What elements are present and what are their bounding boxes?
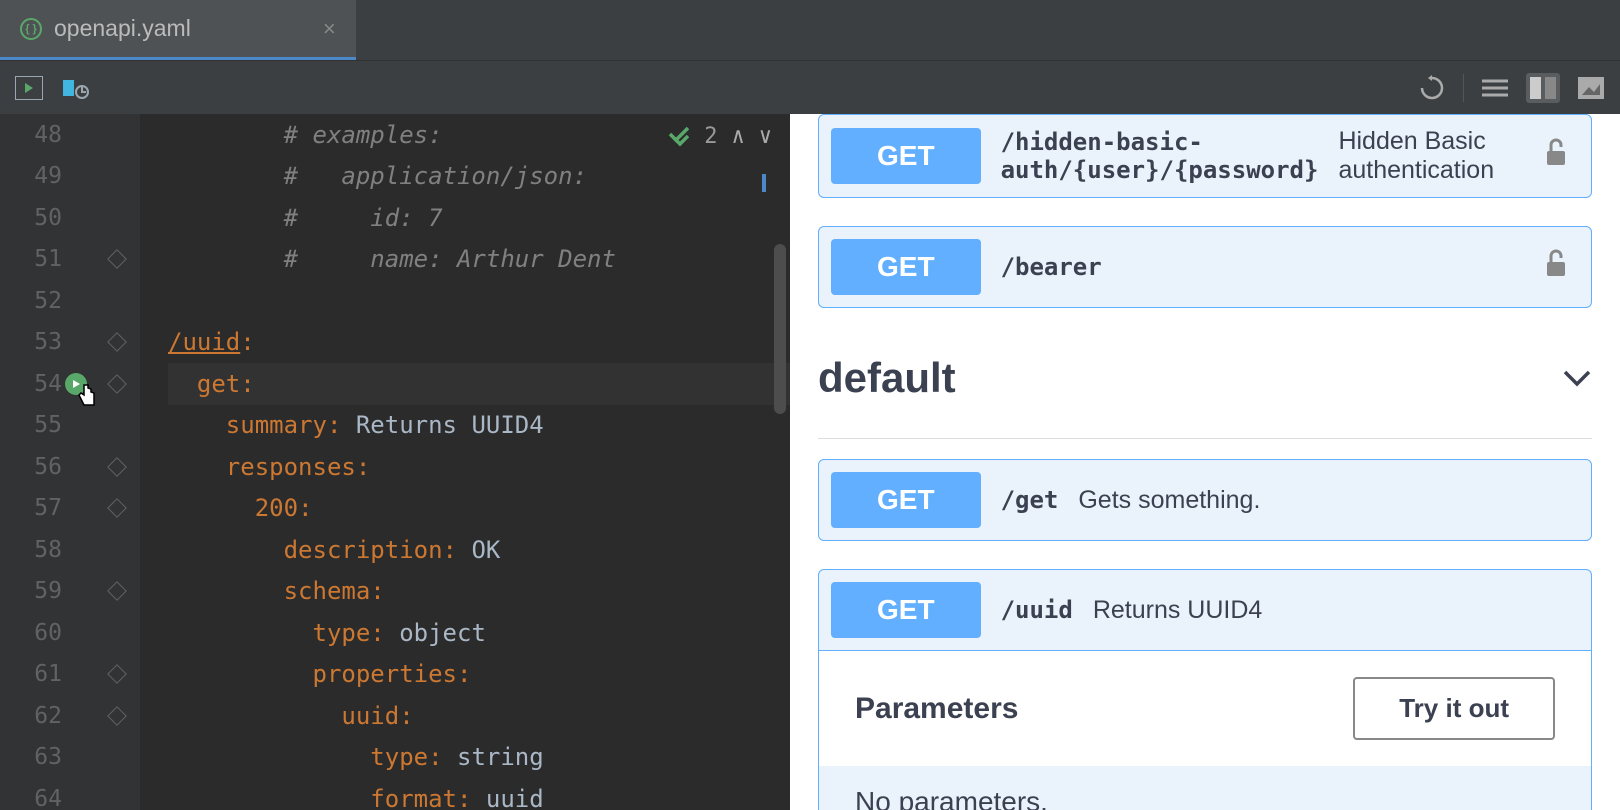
close-icon[interactable]: × <box>323 16 336 42</box>
line-number: 55 <box>0 405 140 447</box>
endpoint-block[interactable]: GET/hidden-basic-auth/{user}/{password} H… <box>818 114 1592 198</box>
code-area[interactable]: 2 ∧ ∨ # examples: # application/json: # … <box>140 114 790 810</box>
main-split: 4849505152535455565758596061626364 2 ∧ ∨… <box>0 114 1620 810</box>
code-line[interactable]: # name: Arthur Dent <box>168 239 790 281</box>
endpoint-path: /uuid <box>1001 596 1073 624</box>
line-number: 63 <box>0 737 140 779</box>
method-badge: GET <box>831 472 981 528</box>
endpoint-block[interactable]: GET/uuid Returns UUID4 Parameters Try it ou… <box>818 569 1592 810</box>
fold-marker-icon[interactable] <box>107 498 127 518</box>
method-badge: GET <box>831 128 981 184</box>
parameters-title: Parameters <box>855 692 1018 726</box>
line-number: 58 <box>0 529 140 571</box>
line-number: 62 <box>0 695 140 737</box>
toolbar-divider <box>1463 74 1464 102</box>
browser-refresh-icon[interactable] <box>60 73 90 103</box>
code-line[interactable]: description: OK <box>168 529 790 571</box>
endpoint-path: /get <box>1001 486 1059 514</box>
code-line[interactable] <box>168 280 790 322</box>
editor-only-icon[interactable] <box>1480 73 1510 103</box>
code-line[interactable]: summary: Returns UUID4 <box>168 405 790 447</box>
code-line[interactable]: # application/json: <box>168 156 790 198</box>
line-number: 54 <box>0 363 140 405</box>
preview-only-icon[interactable] <box>1576 73 1606 103</box>
endpoint-desc: Hidden Basic authentication <box>1338 127 1523 185</box>
caret-marker <box>762 174 766 192</box>
code-line[interactable]: type: object <box>168 612 790 654</box>
line-number: 56 <box>0 446 140 488</box>
split-view-icon[interactable] <box>1526 73 1560 103</box>
code-line[interactable]: 200: <box>168 488 790 530</box>
next-problem-icon[interactable]: ∨ <box>759 124 772 149</box>
fold-marker-icon[interactable] <box>107 332 127 352</box>
section-title: default <box>818 354 956 402</box>
editor-toolbar <box>0 60 1620 114</box>
code-line[interactable]: properties: <box>168 654 790 696</box>
line-number: 59 <box>0 571 140 613</box>
try-it-out-button[interactable]: Try it out <box>1353 677 1555 740</box>
scrollbar-thumb[interactable] <box>774 244 786 414</box>
fold-marker-icon[interactable] <box>107 706 127 726</box>
no-parameters-text: No parameters. <box>819 766 1591 810</box>
code-line[interactable]: # id: 7 <box>168 197 790 239</box>
fold-marker-icon[interactable] <box>107 457 127 477</box>
chevron-down-icon[interactable] <box>1562 368 1592 388</box>
inspection-widget[interactable]: 2 ∧ ∨ <box>668 124 772 149</box>
endpoint-path: /hidden-basic-auth/{user}/{password} <box>1001 128 1319 184</box>
line-number: 52 <box>0 280 140 322</box>
code-line[interactable]: responses: <box>168 446 790 488</box>
line-number: 51 <box>0 239 140 281</box>
code-line[interactable]: format: uuid <box>168 778 790 810</box>
fold-marker-icon[interactable] <box>107 581 127 601</box>
refresh-icon[interactable] <box>1417 73 1447 103</box>
method-badge: GET <box>831 239 981 295</box>
endpoint-path: /bearer <box>1001 253 1102 281</box>
code-line[interactable]: type: string <box>168 737 790 779</box>
line-number: 50 <box>0 197 140 239</box>
fold-marker-icon[interactable] <box>107 664 127 684</box>
endpoint-desc: Returns UUID4 <box>1093 596 1263 625</box>
tab-bar: { } openapi.yaml × <box>0 0 1620 60</box>
line-number: 64 <box>0 778 140 810</box>
method-badge: GET <box>831 582 981 638</box>
file-tab[interactable]: { } openapi.yaml × <box>0 0 356 60</box>
fold-marker-icon[interactable] <box>107 374 127 394</box>
code-line[interactable]: get: <box>168 363 790 405</box>
prev-problem-icon[interactable]: ∧ <box>732 124 745 149</box>
pointer-cursor-icon <box>76 383 94 405</box>
endpoint-block[interactable]: GET/bearer <box>818 226 1592 308</box>
endpoint-desc: Gets something. <box>1078 486 1260 515</box>
line-number: 61 <box>0 654 140 696</box>
check-icon <box>668 126 690 148</box>
section-header[interactable]: default <box>818 336 1592 439</box>
tab-filename: openapi.yaml <box>54 15 191 42</box>
lock-icon[interactable] <box>1543 137 1579 175</box>
fold-marker-icon[interactable] <box>107 249 127 269</box>
line-number: 49 <box>0 156 140 198</box>
lock-icon[interactable] <box>1543 248 1579 286</box>
run-icon[interactable] <box>14 73 44 103</box>
code-line[interactable]: /uuid: <box>168 322 790 364</box>
line-number: 48 <box>0 114 140 156</box>
line-number: 57 <box>0 488 140 530</box>
gutter: 4849505152535455565758596061626364 <box>0 114 140 810</box>
code-editor[interactable]: 4849505152535455565758596061626364 2 ∧ ∨… <box>0 114 790 810</box>
code-line[interactable]: uuid: <box>168 695 790 737</box>
endpoint-block[interactable]: GET/get Gets something. <box>818 459 1592 541</box>
swagger-preview[interactable]: GET/hidden-basic-auth/{user}/{password} H… <box>790 114 1620 810</box>
openapi-icon: { } <box>20 18 42 40</box>
line-number: 53 <box>0 322 140 364</box>
line-number: 60 <box>0 612 140 654</box>
code-line[interactable]: schema: <box>168 571 790 613</box>
inspection-count: 2 <box>704 124 717 149</box>
